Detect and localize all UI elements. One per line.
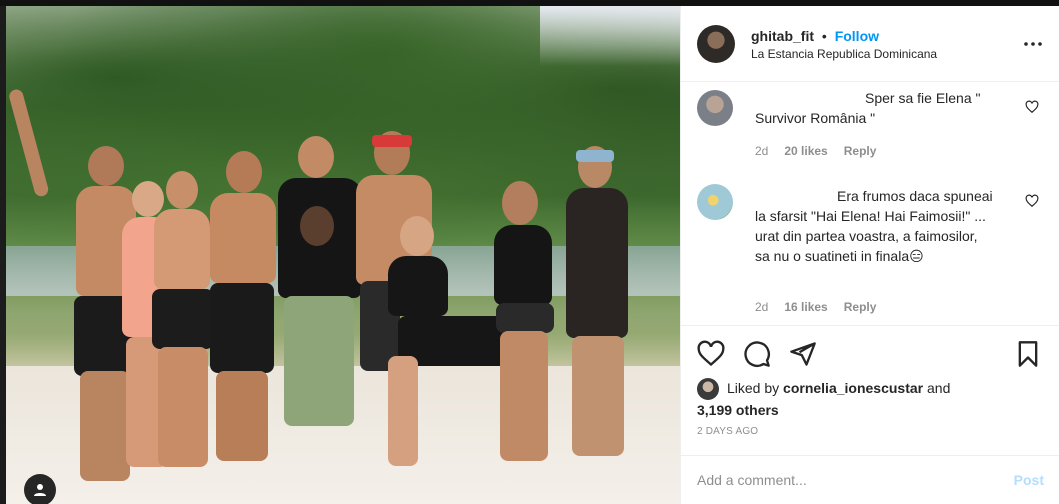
photo-sky [540,6,680,66]
comment-text: Sper sa fie Elena " Survivor România " [755,90,981,126]
reply-button[interactable]: Reply [844,300,877,314]
comment-likes[interactable]: 16 likes [784,300,827,314]
bookmark-icon[interactable] [1014,340,1042,368]
post-side-panel: ghitab_fit • Follow La Estancia Republic… [680,6,1059,504]
tagged-users-button[interactable] [24,474,56,504]
follow-button[interactable]: Follow [835,28,879,44]
liked-by-others[interactable]: 3,199 others [697,402,779,418]
more-horizontal-icon [1024,41,1042,46]
post-header: ghitab_fit • Follow La Estancia Republic… [681,6,1059,82]
comment-icon[interactable] [743,340,771,368]
liked-by-prefix: Liked by [727,380,780,396]
post-actions: Liked by cornelia_ionescustar and 3,199 … [681,325,1059,455]
comments-list[interactable]: Sper sa fie Elena " Survivor România " 2… [681,82,1059,325]
comment-text: Era frumos daca spuneai la sfarsit "Hai … [755,188,993,264]
author-username[interactable]: ghitab_fit [751,28,814,44]
post-location[interactable]: La Estancia Republica Dominicana [751,47,1022,61]
reply-button[interactable]: Reply [844,144,877,158]
comment-item: Sper sa fie Elena " Survivor România " 2… [697,88,1047,168]
liked-by-user[interactable]: cornelia_ionescustar [783,380,923,396]
commenter-avatar[interactable] [697,184,733,220]
post-timestamp[interactable]: 2 DAYS AGO [697,426,758,437]
commenter-avatar[interactable] [697,90,733,126]
comment-time[interactable]: 2d [755,300,768,314]
separator-dot: • [821,27,827,44]
liked-by-and: and [927,380,951,396]
liked-by: Liked by cornelia_ionescustar and 3,199 … [697,378,1037,420]
add-comment-bar: Post [681,455,1059,504]
liker-avatar[interactable] [697,378,719,401]
share-icon[interactable] [789,340,817,368]
post-photo[interactable] [6,6,680,504]
comment-item: Era frumos daca spuneai la sfarsit "Hai … [697,182,1047,322]
comment-time[interactable]: 2d [755,144,768,158]
user-icon [34,484,46,496]
post-comment-button[interactable]: Post [1014,472,1044,488]
like-comment-icon[interactable] [1025,100,1039,114]
heart-icon[interactable] [697,340,725,368]
author-avatar[interactable] [697,24,735,63]
add-comment-input[interactable] [697,472,1014,488]
comment-likes[interactable]: 20 likes [784,144,827,158]
more-options-button[interactable] [1022,33,1044,55]
like-comment-icon[interactable] [1025,194,1039,208]
